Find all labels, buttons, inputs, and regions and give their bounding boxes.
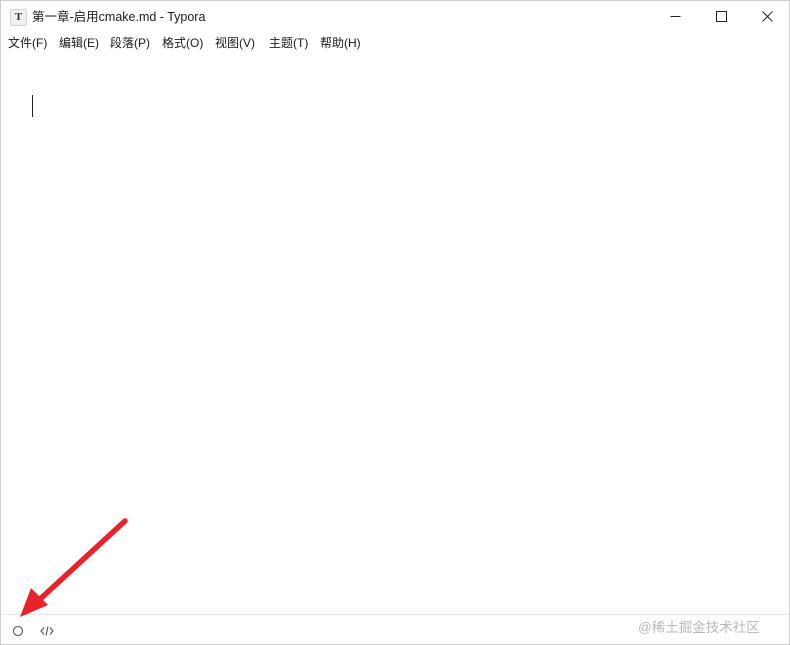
window-title: 第一章-启用cmake.md - Typora [32, 10, 206, 24]
menu-file[interactable]: 文件(F) [8, 35, 47, 51]
minimize-button[interactable] [652, 1, 698, 32]
close-button[interactable] [744, 1, 789, 32]
menu-view[interactable]: 视图(V) [215, 35, 255, 51]
text-caret [32, 95, 33, 117]
minimize-icon [670, 16, 681, 17]
circle-icon [12, 625, 24, 637]
close-icon [762, 11, 773, 22]
code-icon [40, 626, 54, 636]
sidebar-toggle-button[interactable] [9, 622, 27, 640]
maximize-icon [716, 11, 727, 22]
menu-help[interactable]: 帮助(H) [320, 35, 361, 51]
menu-paragraph[interactable]: 段落(P) [110, 35, 150, 51]
menu-bar: 文件(F) 编辑(E) 段落(P) 格式(O) 视图(V) 主题(T) 帮助(H… [1, 32, 789, 54]
watermark: @稀土掘金技术社区 [638, 620, 760, 635]
menu-theme[interactable]: 主题(T) [269, 35, 308, 51]
menu-format[interactable]: 格式(O) [162, 35, 203, 51]
menu-edit[interactable]: 编辑(E) [59, 35, 99, 51]
source-mode-button[interactable] [38, 622, 56, 640]
typora-app-icon: T [10, 9, 27, 26]
title-bar[interactable]: T 第一章-启用cmake.md - Typora [1, 1, 789, 32]
editor-area[interactable] [1, 54, 789, 614]
maximize-button[interactable] [698, 1, 744, 32]
typora-window: T 第一章-启用cmake.md - Typora 文件(F) 编辑(E) 段落… [0, 0, 790, 645]
